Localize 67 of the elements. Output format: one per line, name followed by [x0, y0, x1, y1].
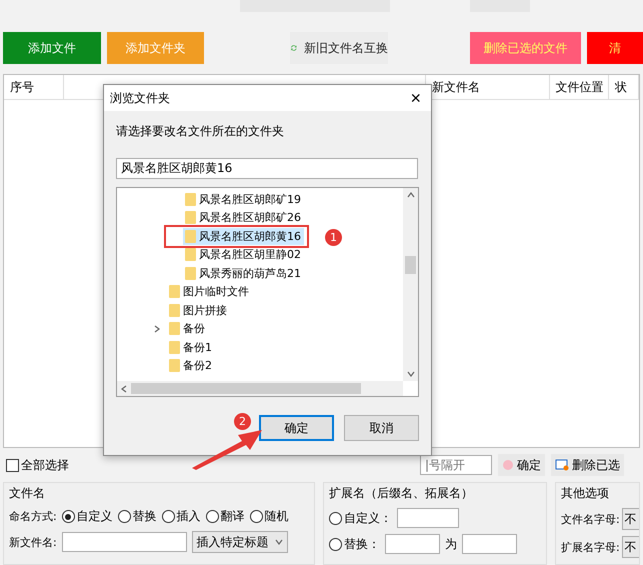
field-label: 新文件名:: [9, 534, 57, 550]
folder-item[interactable]: 风景名胜区胡郎矿26: [169, 209, 304, 226]
select-all-checkbox[interactable]: 全部选择: [6, 456, 69, 474]
panel-title: 扩展名（后缀名、拓展名）: [329, 485, 474, 502]
folder-item[interactable]: 风景名胜区胡郎矿19: [169, 190, 304, 208]
panel-title: 其他选项: [561, 485, 610, 502]
new-name-field[interactable]: [62, 532, 187, 552]
replace-field[interactable]: [385, 534, 440, 554]
folder-item[interactable]: 备份1: [153, 338, 215, 356]
radio-option[interactable]: 自定义：: [329, 510, 392, 526]
radio-option[interactable]: 随机: [250, 508, 289, 525]
action-button[interactable]: 新旧文件名互换: [290, 32, 388, 64]
scroll-up-icon[interactable]: [406, 191, 414, 199]
action-button[interactable]: 添加文件: [3, 32, 101, 64]
radio-option[interactable]: 替换：: [329, 536, 380, 552]
insert-dropdown[interactable]: 插入特定标题: [192, 531, 288, 553]
scroll-thumb[interactable]: [405, 256, 416, 274]
folder-icon: [169, 322, 180, 336]
folder-item[interactable]: 风景秀丽的葫芦岛21: [169, 264, 304, 282]
folder-icon: [185, 248, 196, 262]
scroll-down-icon[interactable]: [406, 370, 414, 378]
column-header: 序号: [4, 75, 64, 99]
folder-item[interactable]: 备份: [153, 320, 208, 338]
replace-with-field[interactable]: [462, 534, 517, 554]
dialog-button[interactable]: 确定: [259, 415, 334, 441]
highlighted-folder-item[interactable]: 风景名胜区胡郎黄16: [164, 224, 309, 248]
chevron-icon[interactable]: [153, 324, 161, 333]
folder-icon: [169, 304, 180, 317]
folder-icon: [169, 285, 180, 298]
scrollbar[interactable]: [403, 188, 418, 381]
extension-field[interactable]: [397, 508, 459, 528]
panel-title: 文件名: [9, 485, 46, 502]
folder-icon: [169, 359, 180, 372]
instruction-text: 请选择要改名文件所在的文件夹: [116, 123, 285, 140]
window-icon: [555, 459, 569, 471]
radio-option[interactable]: 替换: [118, 508, 157, 525]
case-dropdown[interactable]: 不: [622, 536, 639, 558]
field-label: 文件名字母:: [561, 512, 620, 526]
radio-option[interactable]: 自定义: [62, 508, 113, 525]
field-label: 命名方式:: [9, 509, 57, 524]
filter-field[interactable]: |号隔开: [420, 455, 492, 475]
radio-option[interactable]: 翻译: [206, 508, 245, 525]
folder-icon: [185, 266, 196, 280]
scroll-left-icon[interactable]: [120, 384, 128, 392]
field-label: 扩展名字母:: [561, 540, 620, 554]
dialog-button[interactable]: 取消: [344, 415, 419, 441]
delete-button[interactable]: 删除已选: [551, 454, 624, 476]
folder-icon: [185, 192, 196, 206]
folder-item[interactable]: 图片临时文件: [153, 283, 252, 300]
dialog-title: 浏览文件夹: [110, 90, 170, 106]
folder-icon: [185, 211, 196, 224]
field-label: 为: [445, 536, 457, 552]
close-button[interactable]: ×: [406, 88, 425, 108]
folder-item[interactable]: 备份2: [153, 357, 215, 374]
folder-item[interactable]: 图片拼接: [153, 302, 230, 319]
path-field[interactable]: 风景名胜区胡郎黄16: [116, 158, 418, 179]
folder-icon: [185, 230, 196, 243]
caret-icon[interactable]: [274, 538, 283, 546]
hand-icon: [502, 459, 514, 471]
confirm-button[interactable]: 确定: [498, 454, 545, 476]
scrollbar[interactable]: [117, 381, 403, 396]
column-header: 文件位置: [550, 75, 610, 99]
radio-option[interactable]: 插入: [162, 508, 201, 525]
case-dropdown[interactable]: 不: [622, 508, 639, 530]
column-header: 状: [609, 75, 639, 99]
folder-icon: [169, 340, 180, 354]
folder-item[interactable]: 风景名胜区胡里静02: [169, 246, 304, 264]
